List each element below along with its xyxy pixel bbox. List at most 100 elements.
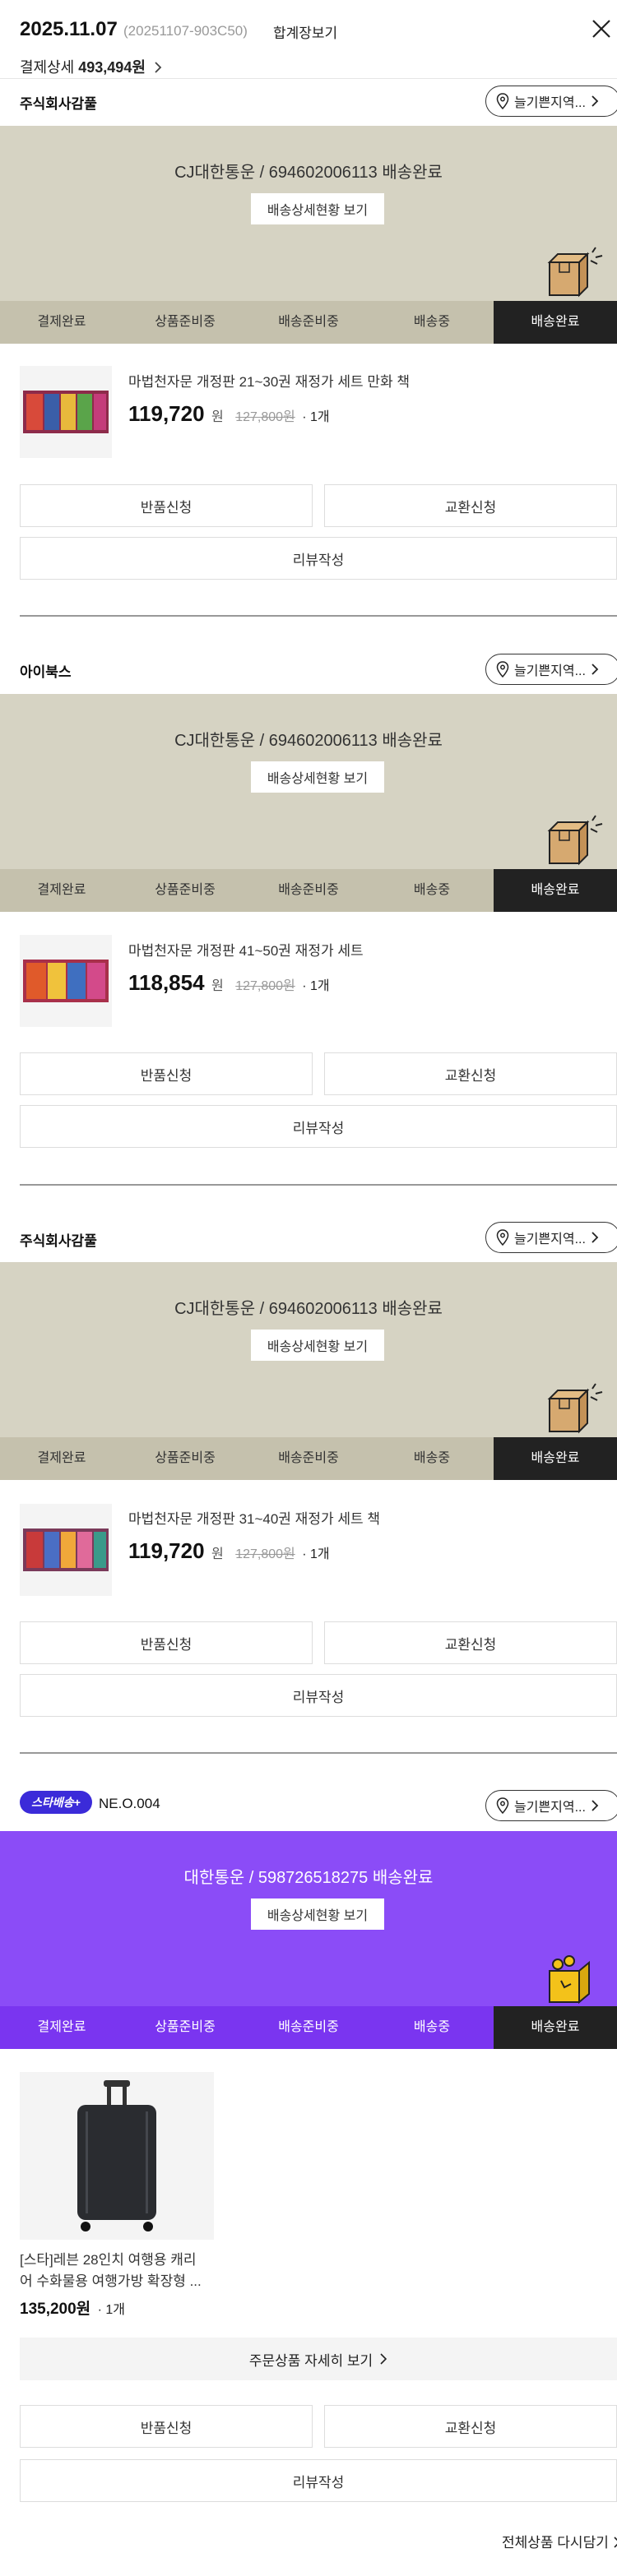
chevron-right-icon bbox=[591, 1232, 599, 1243]
step-preparing-product: 상품준비중 bbox=[155, 2020, 216, 2034]
tracking-panel: CJ대한통운 / 694602006113 배송완료 배송상세현황 보기 결제완… bbox=[0, 694, 617, 912]
step-preparing-shipment: 배송준비중 bbox=[278, 1451, 339, 1465]
tracking-info: CJ대한통운 / 694602006113 배송완료 bbox=[174, 732, 443, 750]
quantity: · 1개 bbox=[97, 2303, 126, 2317]
tracking-panel: CJ대한통운 / 694602006113 배송완료 배송상세현황 보기 결제완… bbox=[0, 1262, 617, 1480]
delivery-steps: 결제완료 상품준비중 배송준비중 배송중 배송완료 bbox=[0, 1437, 617, 1480]
review-button[interactable]: 리뷰작성 bbox=[20, 537, 617, 580]
section-divider bbox=[20, 1752, 617, 1754]
sale-price: 118,854 bbox=[128, 970, 205, 995]
product-image[interactable] bbox=[20, 2072, 214, 2240]
tracking-panel: 대한통운 / 598726518275 배송완료 배송상세현황 보기 결제완료 … bbox=[0, 1831, 617, 2049]
star-delivery-badge: 스타배송+ bbox=[20, 1791, 92, 1814]
step-in-transit: 배송중 bbox=[413, 315, 451, 329]
currency: 원 bbox=[211, 410, 224, 424]
step-delivered: 배송완료 bbox=[494, 869, 617, 912]
location-label: 늘기쁜지역... bbox=[514, 664, 586, 678]
product-name-line: [스타]레븐 28인치 여행용 캐리 bbox=[20, 2252, 197, 2268]
product-image[interactable] bbox=[20, 366, 112, 458]
step-paid: 결제완료 bbox=[37, 883, 86, 897]
chevron-right-icon bbox=[155, 62, 162, 73]
tracking-detail-button[interactable]: 배송상세현황 보기 bbox=[251, 1898, 384, 1930]
return-button[interactable]: 반품신청 bbox=[20, 1621, 313, 1664]
tracking-panel: CJ대한통운 / 694602006113 배송완료 배송상세현황 보기 결제완… bbox=[0, 126, 617, 344]
price-row: 119,720 원 127,800원 · 1개 bbox=[128, 401, 330, 427]
order-date: 2025.11.07 bbox=[20, 18, 118, 40]
delivery-box-icon bbox=[547, 247, 603, 298]
step-delivered: 배송완료 bbox=[494, 1437, 617, 1480]
chevron-right-icon bbox=[591, 664, 599, 675]
close-icon[interactable] bbox=[591, 18, 612, 39]
tracking-detail-button[interactable]: 배송상세현황 보기 bbox=[251, 193, 384, 224]
order-code: (20251107-903C50) bbox=[123, 23, 248, 39]
product-image[interactable] bbox=[20, 935, 112, 1027]
location-label: 늘기쁜지역... bbox=[514, 96, 586, 110]
step-preparing-shipment: 배송준비중 bbox=[278, 883, 339, 897]
currency: 원 bbox=[211, 1547, 224, 1561]
tracking-info: 대한통운 / 598726518275 배송완료 bbox=[183, 1869, 434, 1887]
product-image[interactable] bbox=[20, 1504, 112, 1596]
chevron-right-icon bbox=[591, 95, 599, 107]
location-button[interactable]: 늘기쁜지역... bbox=[485, 1222, 617, 1253]
step-delivered: 배송완료 bbox=[494, 301, 617, 344]
location-pin-icon bbox=[496, 93, 509, 109]
chevron-right-icon bbox=[614, 2537, 617, 2548]
exchange-button[interactable]: 교환신청 bbox=[324, 2405, 617, 2448]
receipt-link[interactable]: 합계장보기 bbox=[273, 21, 337, 42]
section-divider bbox=[20, 1184, 617, 1186]
location-button[interactable]: 늘기쁜지역... bbox=[485, 1790, 617, 1821]
reorder-all-label: 전체상품 다시담기 bbox=[502, 2535, 609, 2551]
price-row: 135,200원 · 1개 bbox=[20, 2296, 125, 2319]
star-delivery-box-icon bbox=[549, 1955, 590, 2005]
exchange-button[interactable]: 교환신청 bbox=[324, 484, 617, 527]
step-preparing-product: 상품준비중 bbox=[155, 315, 216, 329]
tracking-detail-button[interactable]: 배송상세현황 보기 bbox=[251, 1330, 384, 1361]
location-pin-icon bbox=[496, 1229, 509, 1246]
exchange-button[interactable]: 교환신청 bbox=[324, 1621, 617, 1664]
location-pin-icon bbox=[496, 661, 509, 678]
payment-label: 결제상세 bbox=[20, 59, 75, 76]
sale-price: 119,720 bbox=[128, 1538, 205, 1563]
review-button[interactable]: 리뷰작성 bbox=[20, 1105, 617, 1148]
return-button[interactable]: 반품신청 bbox=[20, 2405, 313, 2448]
order-details-label: 주문상품 자세히 보기 bbox=[248, 2352, 373, 2369]
return-button[interactable]: 반품신청 bbox=[20, 1052, 313, 1095]
currency: 원 bbox=[211, 979, 224, 993]
quantity: · 1개 bbox=[302, 979, 330, 993]
original-price: 127,800원 bbox=[235, 979, 295, 993]
quantity: · 1개 bbox=[302, 410, 330, 424]
review-button[interactable]: 리뷰작성 bbox=[20, 1674, 617, 1717]
order-details-button[interactable]: 주문상품 자세히 보기 bbox=[20, 2338, 617, 2380]
tracking-detail-button[interactable]: 배송상세현황 보기 bbox=[251, 761, 384, 793]
reorder-all-link[interactable]: 전체상품 다시담기 bbox=[502, 2531, 617, 2551]
review-button[interactable]: 리뷰작성 bbox=[20, 2459, 617, 2502]
product-name[interactable]: 마법천자문 개정판 21~30권 재정가 세트 만화 책 bbox=[128, 370, 410, 391]
price-row: 119,720 원 127,800원 · 1개 bbox=[128, 1538, 330, 1564]
step-preparing-product: 상품준비중 bbox=[155, 1451, 216, 1465]
step-preparing-shipment: 배송준비중 bbox=[278, 2020, 339, 2034]
tracking-info: CJ대한통운 / 694602006113 배송완료 bbox=[174, 1300, 443, 1318]
location-button[interactable]: 늘기쁜지역... bbox=[485, 654, 617, 685]
step-in-transit: 배송중 bbox=[413, 883, 451, 897]
seller-name: 주식회사감풀 bbox=[20, 1233, 97, 1249]
original-price: 127,800원 bbox=[235, 410, 295, 424]
location-button[interactable]: 늘기쁜지역... bbox=[485, 86, 617, 117]
payment-detail[interactable]: 결제상세 493,494원 bbox=[20, 56, 163, 77]
sale-price: 119,720 bbox=[128, 401, 205, 426]
header-divider bbox=[0, 78, 617, 79]
exchange-button[interactable]: 교환신청 bbox=[324, 1052, 617, 1095]
step-paid: 결제완료 bbox=[37, 2020, 86, 2034]
delivery-steps: 결제완료 상품준비중 배송준비중 배송중 배송완료 bbox=[0, 301, 617, 344]
chevron-right-icon bbox=[591, 1800, 599, 1811]
delivery-box-icon bbox=[547, 815, 603, 866]
product-name[interactable]: 마법천자문 개정판 31~40권 재정가 세트 책 bbox=[128, 1507, 380, 1528]
original-price: 127,800원 bbox=[235, 1547, 295, 1561]
seller-name: 아이북스 bbox=[20, 664, 72, 680]
seller-name: 주식회사감풀 bbox=[20, 96, 97, 112]
location-label: 늘기쁜지역... bbox=[514, 1233, 586, 1246]
product-name[interactable]: 마법천자문 개정판 41~50권 재정가 세트 bbox=[128, 939, 364, 960]
section-divider bbox=[20, 615, 617, 617]
step-delivered: 배송완료 bbox=[494, 2006, 617, 2049]
product-name[interactable]: [스타]레븐 28인치 여행용 캐리 어 수화물용 여행가방 확장형 ... bbox=[20, 2250, 202, 2292]
return-button[interactable]: 반품신청 bbox=[20, 484, 313, 527]
